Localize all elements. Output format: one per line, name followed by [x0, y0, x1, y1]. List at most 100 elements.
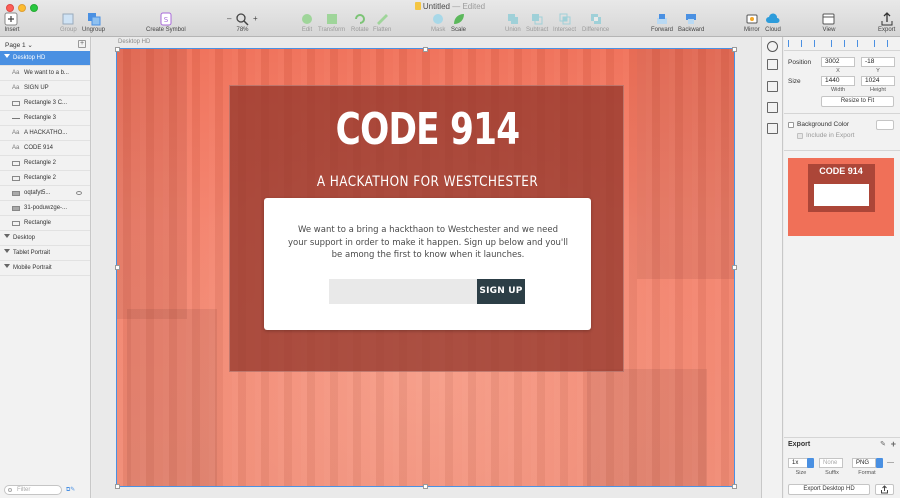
- layer-item[interactable]: 31-poduwzge-...: [0, 201, 90, 216]
- remove-export-icon[interactable]: —: [887, 459, 894, 466]
- page-selector[interactable]: Page 1 ⌄ +: [0, 37, 90, 51]
- scale-button[interactable]: Scale: [451, 12, 466, 33]
- align-bottom-icon[interactable]: [857, 40, 864, 47]
- align-right-icon[interactable]: [814, 40, 821, 47]
- align-middle-icon[interactable]: [844, 40, 851, 47]
- distribute-vertical-icon[interactable]: [887, 40, 894, 47]
- resize-handle[interactable]: [423, 47, 428, 52]
- signup-card[interactable]: We want to a bring a hackthaon to Westch…: [264, 198, 591, 330]
- background-color-checkbox[interactable]: [788, 122, 794, 128]
- export-format-dropdown[interactable]: [876, 458, 883, 468]
- zoom-in-button[interactable]: +: [253, 14, 258, 23]
- width-label: Width: [830, 87, 846, 93]
- align-left-icon[interactable]: [788, 40, 795, 47]
- transform-icon: [326, 14, 337, 24]
- grid-tab-icon[interactable]: [767, 123, 778, 134]
- subtract-icon: [532, 14, 543, 25]
- layer-options-icon[interactable]: ⧉✎: [66, 486, 75, 494]
- difference-button[interactable]: Difference: [582, 12, 609, 33]
- layer-item[interactable]: Aa We want to a b...: [0, 66, 90, 81]
- email-input[interactable]: [329, 279, 478, 304]
- distribute-horizontal-icon[interactable]: [874, 40, 881, 47]
- width-field[interactable]: 1440: [821, 76, 855, 86]
- artboard-label[interactable]: Desktop HD: [118, 39, 150, 45]
- union-button[interactable]: Union: [505, 12, 521, 33]
- share-tab-icon[interactable]: [767, 59, 778, 70]
- position-y-field[interactable]: -18: [861, 57, 895, 67]
- layer-artboard-desktop-hd[interactable]: Desktop HD: [0, 51, 90, 66]
- export-suffix-field[interactable]: None: [819, 458, 843, 468]
- layer-item[interactable]: oqtafyt5...: [0, 186, 90, 201]
- position-x-field[interactable]: 3002: [821, 57, 855, 67]
- add-export-icon[interactable]: +: [891, 439, 896, 449]
- include-in-export-checkbox[interactable]: [797, 133, 803, 139]
- background-photo: [587, 369, 707, 486]
- background-color-well[interactable]: [876, 120, 894, 130]
- layer-item[interactable]: Rectangle 2: [0, 156, 90, 171]
- disclosure-triangle-icon[interactable]: [4, 234, 10, 238]
- mirror-button[interactable]: Mirror: [744, 12, 760, 33]
- layout-tab-icon[interactable]: [767, 102, 778, 113]
- insert-button[interactable]: Insert: [4, 12, 20, 33]
- create-symbol-button[interactable]: S Create Symbol: [146, 12, 186, 33]
- group-button[interactable]: Group: [60, 12, 77, 33]
- export-artboard-button[interactable]: Export Desktop HD: [788, 484, 870, 495]
- transform-button[interactable]: Transform: [318, 12, 345, 33]
- resize-handle[interactable]: [115, 47, 120, 52]
- view-button[interactable]: View: [821, 12, 837, 33]
- layer-item[interactable]: Rectangle 3 C...: [0, 96, 90, 111]
- forward-button[interactable]: Forward: [651, 12, 673, 33]
- mask-button[interactable]: Mask: [431, 12, 445, 33]
- eye-icon[interactable]: [76, 191, 82, 195]
- resize-handle[interactable]: [115, 265, 120, 270]
- disclosure-triangle-icon[interactable]: [4, 264, 10, 268]
- layer-item[interactable]: Aa A HACKATHO...: [0, 126, 90, 141]
- ungroup-button[interactable]: Ungroup: [82, 12, 105, 33]
- intersect-button[interactable]: Intersect: [553, 12, 576, 33]
- backward-button[interactable]: Backward: [678, 12, 704, 33]
- resize-handle[interactable]: [732, 265, 737, 270]
- cloud-button[interactable]: Cloud: [765, 12, 781, 33]
- disclosure-triangle-icon[interactable]: [4, 54, 10, 58]
- layer-item[interactable]: Rectangle: [0, 216, 90, 231]
- signup-button[interactable]: SIGN UP: [477, 279, 525, 304]
- zoom-control[interactable]: – + 78%: [227, 12, 258, 33]
- slice-icon[interactable]: ✎: [880, 440, 886, 448]
- zoom-out-button[interactable]: –: [227, 14, 231, 23]
- layer-item[interactable]: Rectangle 2: [0, 171, 90, 186]
- layer-artboard-desktop[interactable]: Desktop: [0, 231, 90, 246]
- layer-item[interactable]: Aa SIGN UP: [0, 81, 90, 96]
- layer-item[interactable]: Aa CODE 914: [0, 141, 90, 156]
- resize-handle[interactable]: [732, 47, 737, 52]
- signup-description[interactable]: We want to a bring a hackthaon to Westch…: [288, 224, 568, 262]
- layer-item[interactable]: Rectangle 3: [0, 111, 90, 126]
- edit-button[interactable]: Edit: [300, 12, 314, 33]
- disclosure-triangle-icon[interactable]: [4, 249, 10, 253]
- text-layer-icon: Aa: [12, 130, 20, 136]
- subtract-button[interactable]: Subtract: [526, 12, 548, 33]
- share-export-button[interactable]: [875, 484, 894, 495]
- resize-handle[interactable]: [115, 484, 120, 489]
- artboard-desktop-hd[interactable]: CODE 914 A HACKATHON FOR WESTCHESTER We …: [116, 48, 735, 487]
- print-tab-icon[interactable]: [767, 81, 778, 92]
- add-page-button[interactable]: +: [78, 40, 86, 48]
- style-tab-icon[interactable]: [767, 41, 778, 52]
- layer-artboard-tablet-portrait[interactable]: Tablet Portrait: [0, 246, 90, 261]
- align-center-icon[interactable]: [801, 40, 808, 47]
- hero-subtitle[interactable]: A HACKATHON FOR WESTCHESTER: [258, 174, 598, 190]
- export-format-field[interactable]: PNG: [852, 458, 876, 468]
- layer-artboard-mobile-portrait[interactable]: Mobile Portrait: [0, 261, 90, 276]
- export-size-dropdown[interactable]: [807, 458, 814, 468]
- resize-handle[interactable]: [732, 484, 737, 489]
- align-top-icon[interactable]: [831, 40, 838, 47]
- resize-handle[interactable]: [423, 484, 428, 489]
- canvas[interactable]: Desktop HD CODE 914 A HACKATHON FOR WEST…: [92, 37, 761, 498]
- height-field[interactable]: 1024: [861, 76, 895, 86]
- resize-to-fit-button[interactable]: Resize to Fit: [821, 96, 894, 107]
- hero-overlay-box[interactable]: CODE 914 A HACKATHON FOR WESTCHESTER We …: [229, 85, 624, 372]
- rotate-button[interactable]: Rotate: [351, 12, 369, 33]
- flatten-button[interactable]: Flatten: [373, 12, 391, 33]
- export-button[interactable]: Export: [878, 12, 895, 33]
- hero-title[interactable]: CODE 914: [273, 104, 581, 155]
- layer-filter-input[interactable]: Filter: [4, 485, 62, 495]
